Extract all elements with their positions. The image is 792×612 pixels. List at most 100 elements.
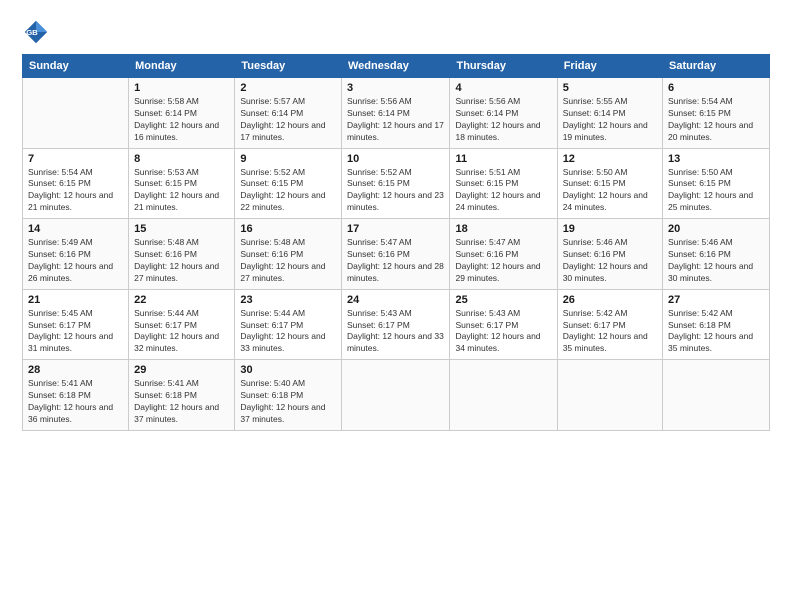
calendar-cell bbox=[450, 360, 557, 431]
sunset-time: Sunset: 6:17 PM bbox=[563, 320, 626, 330]
daylight-hours: Daylight: 12 hours and 32 minutes. bbox=[134, 331, 219, 353]
day-number: 27 bbox=[668, 294, 764, 306]
day-number: 28 bbox=[28, 364, 123, 376]
daylight-hours: Daylight: 12 hours and 24 minutes. bbox=[563, 190, 648, 212]
day-detail: Sunrise: 5:40 AM Sunset: 6:18 PM Dayligh… bbox=[240, 378, 336, 426]
day-detail: Sunrise: 5:54 AM Sunset: 6:15 PM Dayligh… bbox=[668, 96, 764, 144]
daylight-hours: Daylight: 12 hours and 28 minutes. bbox=[347, 261, 444, 283]
daylight-hours: Daylight: 12 hours and 22 minutes. bbox=[240, 190, 325, 212]
calendar-cell: 12 Sunrise: 5:50 AM Sunset: 6:15 PM Dayl… bbox=[557, 148, 662, 219]
calendar-cell: 7 Sunrise: 5:54 AM Sunset: 6:15 PM Dayli… bbox=[23, 148, 129, 219]
daylight-hours: Daylight: 12 hours and 19 minutes. bbox=[563, 120, 648, 142]
day-detail: Sunrise: 5:43 AM Sunset: 6:17 PM Dayligh… bbox=[455, 308, 551, 356]
calendar-cell: 22 Sunrise: 5:44 AM Sunset: 6:17 PM Dayl… bbox=[129, 289, 235, 360]
sunrise-time: Sunrise: 5:40 AM bbox=[240, 378, 305, 388]
day-number: 9 bbox=[240, 153, 336, 165]
col-friday: Friday bbox=[557, 55, 662, 78]
calendar-cell: 14 Sunrise: 5:49 AM Sunset: 6:16 PM Dayl… bbox=[23, 219, 129, 290]
day-number: 5 bbox=[563, 82, 657, 94]
sunrise-time: Sunrise: 5:56 AM bbox=[347, 96, 412, 106]
day-number: 19 bbox=[563, 223, 657, 235]
daylight-hours: Daylight: 12 hours and 27 minutes. bbox=[240, 261, 325, 283]
daylight-hours: Daylight: 12 hours and 24 minutes. bbox=[455, 190, 540, 212]
day-number: 12 bbox=[563, 153, 657, 165]
sunset-time: Sunset: 6:17 PM bbox=[455, 320, 518, 330]
day-number: 10 bbox=[347, 153, 445, 165]
calendar-cell: 18 Sunrise: 5:47 AM Sunset: 6:16 PM Dayl… bbox=[450, 219, 557, 290]
daylight-hours: Daylight: 12 hours and 21 minutes. bbox=[134, 190, 219, 212]
sunset-time: Sunset: 6:14 PM bbox=[455, 108, 518, 118]
sunrise-time: Sunrise: 5:45 AM bbox=[28, 308, 93, 318]
day-number: 13 bbox=[668, 153, 764, 165]
daylight-hours: Daylight: 12 hours and 36 minutes. bbox=[28, 402, 113, 424]
calendar-cell: 10 Sunrise: 5:52 AM Sunset: 6:15 PM Dayl… bbox=[341, 148, 450, 219]
sunrise-time: Sunrise: 5:43 AM bbox=[455, 308, 520, 318]
day-detail: Sunrise: 5:41 AM Sunset: 6:18 PM Dayligh… bbox=[134, 378, 229, 426]
day-detail: Sunrise: 5:56 AM Sunset: 6:14 PM Dayligh… bbox=[347, 96, 445, 144]
calendar-cell: 29 Sunrise: 5:41 AM Sunset: 6:18 PM Dayl… bbox=[129, 360, 235, 431]
sunset-time: Sunset: 6:16 PM bbox=[668, 249, 731, 259]
daylight-hours: Daylight: 12 hours and 17 minutes. bbox=[347, 120, 444, 142]
sunrise-time: Sunrise: 5:44 AM bbox=[134, 308, 199, 318]
page: GB Sunday Monday Tuesday Wednesday Thurs… bbox=[0, 0, 792, 612]
day-detail: Sunrise: 5:44 AM Sunset: 6:17 PM Dayligh… bbox=[240, 308, 336, 356]
calendar-week-row: 14 Sunrise: 5:49 AM Sunset: 6:16 PM Dayl… bbox=[23, 219, 770, 290]
daylight-hours: Daylight: 12 hours and 26 minutes. bbox=[28, 261, 113, 283]
daylight-hours: Daylight: 12 hours and 34 minutes. bbox=[455, 331, 540, 353]
day-detail: Sunrise: 5:45 AM Sunset: 6:17 PM Dayligh… bbox=[28, 308, 123, 356]
day-detail: Sunrise: 5:47 AM Sunset: 6:16 PM Dayligh… bbox=[455, 237, 551, 285]
calendar-cell: 17 Sunrise: 5:47 AM Sunset: 6:16 PM Dayl… bbox=[341, 219, 450, 290]
sunset-time: Sunset: 6:14 PM bbox=[240, 108, 303, 118]
sunset-time: Sunset: 6:17 PM bbox=[347, 320, 410, 330]
daylight-hours: Daylight: 12 hours and 33 minutes. bbox=[240, 331, 325, 353]
sunset-time: Sunset: 6:17 PM bbox=[28, 320, 91, 330]
day-number: 2 bbox=[240, 82, 336, 94]
day-number: 25 bbox=[455, 294, 551, 306]
sunset-time: Sunset: 6:16 PM bbox=[455, 249, 518, 259]
sunrise-time: Sunrise: 5:42 AM bbox=[563, 308, 628, 318]
day-detail: Sunrise: 5:55 AM Sunset: 6:14 PM Dayligh… bbox=[563, 96, 657, 144]
sunrise-time: Sunrise: 5:46 AM bbox=[668, 237, 733, 247]
sunset-time: Sunset: 6:18 PM bbox=[28, 390, 91, 400]
calendar-cell: 24 Sunrise: 5:43 AM Sunset: 6:17 PM Dayl… bbox=[341, 289, 450, 360]
calendar-week-row: 28 Sunrise: 5:41 AM Sunset: 6:18 PM Dayl… bbox=[23, 360, 770, 431]
calendar-week-row: 7 Sunrise: 5:54 AM Sunset: 6:15 PM Dayli… bbox=[23, 148, 770, 219]
daylight-hours: Daylight: 12 hours and 25 minutes. bbox=[668, 190, 753, 212]
daylight-hours: Daylight: 12 hours and 37 minutes. bbox=[134, 402, 219, 424]
daylight-hours: Daylight: 12 hours and 30 minutes. bbox=[668, 261, 753, 283]
daylight-hours: Daylight: 12 hours and 35 minutes. bbox=[563, 331, 648, 353]
calendar-cell: 21 Sunrise: 5:45 AM Sunset: 6:17 PM Dayl… bbox=[23, 289, 129, 360]
day-number: 7 bbox=[28, 153, 123, 165]
day-number: 26 bbox=[563, 294, 657, 306]
sunrise-time: Sunrise: 5:53 AM bbox=[134, 167, 199, 177]
daylight-hours: Daylight: 12 hours and 35 minutes. bbox=[668, 331, 753, 353]
calendar-cell: 11 Sunrise: 5:51 AM Sunset: 6:15 PM Dayl… bbox=[450, 148, 557, 219]
calendar-cell: 28 Sunrise: 5:41 AM Sunset: 6:18 PM Dayl… bbox=[23, 360, 129, 431]
sunset-time: Sunset: 6:18 PM bbox=[134, 390, 197, 400]
calendar-cell: 19 Sunrise: 5:46 AM Sunset: 6:16 PM Dayl… bbox=[557, 219, 662, 290]
day-detail: Sunrise: 5:49 AM Sunset: 6:16 PM Dayligh… bbox=[28, 237, 123, 285]
sunset-time: Sunset: 6:18 PM bbox=[240, 390, 303, 400]
day-detail: Sunrise: 5:52 AM Sunset: 6:15 PM Dayligh… bbox=[240, 167, 336, 215]
sunset-time: Sunset: 6:15 PM bbox=[455, 178, 518, 188]
sunset-time: Sunset: 6:17 PM bbox=[134, 320, 197, 330]
daylight-hours: Daylight: 12 hours and 29 minutes. bbox=[455, 261, 540, 283]
calendar-cell: 23 Sunrise: 5:44 AM Sunset: 6:17 PM Dayl… bbox=[235, 289, 342, 360]
daylight-hours: Daylight: 12 hours and 17 minutes. bbox=[240, 120, 325, 142]
daylight-hours: Daylight: 12 hours and 23 minutes. bbox=[347, 190, 444, 212]
sunrise-time: Sunrise: 5:48 AM bbox=[240, 237, 305, 247]
calendar-cell: 2 Sunrise: 5:57 AM Sunset: 6:14 PM Dayli… bbox=[235, 78, 342, 149]
day-number: 3 bbox=[347, 82, 445, 94]
calendar-cell: 26 Sunrise: 5:42 AM Sunset: 6:17 PM Dayl… bbox=[557, 289, 662, 360]
day-detail: Sunrise: 5:48 AM Sunset: 6:16 PM Dayligh… bbox=[134, 237, 229, 285]
calendar-cell: 16 Sunrise: 5:48 AM Sunset: 6:16 PM Dayl… bbox=[235, 219, 342, 290]
svg-text:GB: GB bbox=[26, 28, 38, 37]
calendar-cell: 8 Sunrise: 5:53 AM Sunset: 6:15 PM Dayli… bbox=[129, 148, 235, 219]
calendar-week-row: 1 Sunrise: 5:58 AM Sunset: 6:14 PM Dayli… bbox=[23, 78, 770, 149]
day-detail: Sunrise: 5:44 AM Sunset: 6:17 PM Dayligh… bbox=[134, 308, 229, 356]
calendar-cell: 27 Sunrise: 5:42 AM Sunset: 6:18 PM Dayl… bbox=[663, 289, 770, 360]
sunset-time: Sunset: 6:15 PM bbox=[347, 178, 410, 188]
sunrise-time: Sunrise: 5:52 AM bbox=[347, 167, 412, 177]
sunset-time: Sunset: 6:16 PM bbox=[134, 249, 197, 259]
calendar-cell: 20 Sunrise: 5:46 AM Sunset: 6:16 PM Dayl… bbox=[663, 219, 770, 290]
